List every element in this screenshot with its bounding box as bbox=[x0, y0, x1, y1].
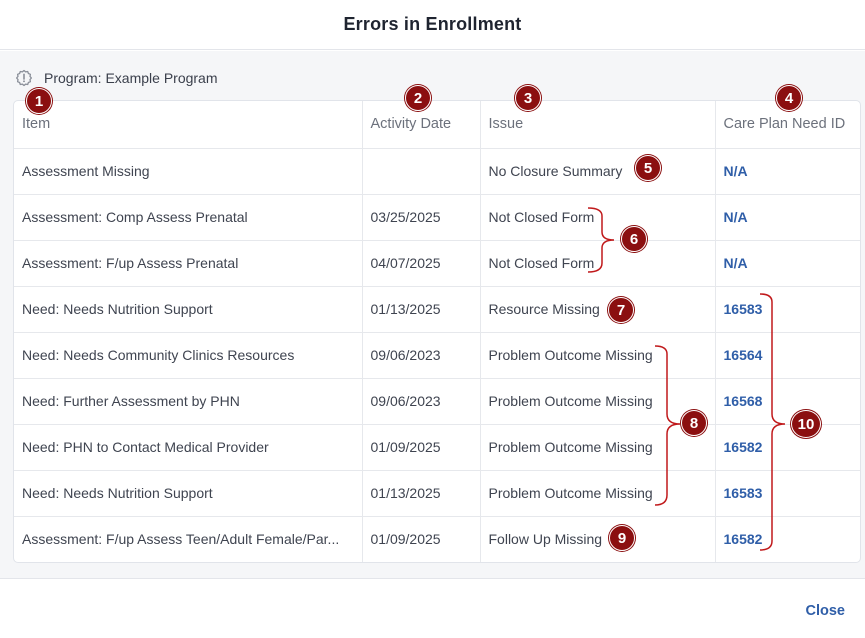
program-label: Program: Example Program bbox=[44, 70, 218, 86]
care-plan-need-id-link[interactable]: N/A bbox=[714, 240, 860, 287]
annotation-marker-8: 8 bbox=[681, 410, 707, 436]
cell-item: Need: PHN to Contact Medical Provider bbox=[14, 424, 362, 471]
cell-item: Assessment Missing bbox=[14, 148, 362, 195]
care-plan-need-id-link[interactable]: 16583 bbox=[714, 286, 860, 333]
cell-item: Need: Further Assessment by PHN bbox=[14, 378, 362, 425]
annotation-marker-1: 1 bbox=[26, 88, 52, 114]
table-row: Need: Needs Community Clinics Resources … bbox=[14, 332, 860, 379]
table-row: Assessment: Comp Assess Prenatal 03/25/2… bbox=[14, 194, 860, 241]
cell-issue: Problem Outcome Missing bbox=[479, 332, 715, 379]
table-row: Assessment: F/up Assess Prenatal 04/07/2… bbox=[14, 240, 860, 287]
annotation-marker-5: 5 bbox=[635, 155, 661, 181]
table-header-row: Item Activity Date Issue Care Plan Need … bbox=[14, 101, 860, 149]
cell-item: Assessment: Comp Assess Prenatal bbox=[14, 194, 362, 241]
modal-header: Errors in Enrollment bbox=[0, 0, 865, 50]
warning-gear-icon bbox=[15, 69, 33, 87]
cell-activity-date: 01/09/2025 bbox=[361, 516, 480, 562]
annotation-marker-10: 10 bbox=[791, 410, 821, 438]
annotation-marker-7: 7 bbox=[608, 297, 634, 323]
cell-issue: Not Closed Form bbox=[479, 240, 715, 287]
close-button[interactable]: Close bbox=[806, 603, 846, 619]
cell-item: Need: Needs Nutrition Support bbox=[14, 470, 362, 517]
errors-table: Item Activity Date Issue Care Plan Need … bbox=[14, 101, 860, 562]
annotation-marker-6: 6 bbox=[621, 226, 647, 252]
care-plan-need-id-link[interactable]: 16582 bbox=[714, 424, 860, 471]
annotation-marker-4: 4 bbox=[776, 85, 802, 111]
table-row: Assessment Missing No Closure Summary N/… bbox=[14, 148, 860, 195]
cell-activity-date: 01/09/2025 bbox=[361, 424, 480, 471]
cell-activity-date: 01/13/2025 bbox=[361, 470, 480, 517]
table-row: Need: PHN to Contact Medical Provider 01… bbox=[14, 424, 860, 471]
modal-body: Program: Example Program Item Activity D… bbox=[0, 51, 865, 578]
cell-item: Need: Needs Community Clinics Resources bbox=[14, 332, 362, 379]
annotation-marker-9: 9 bbox=[609, 525, 635, 551]
cell-item: Assessment: F/up Assess Prenatal bbox=[14, 240, 362, 287]
cell-item: Assessment: F/up Assess Teen/Adult Femal… bbox=[22, 531, 340, 548]
column-header-issue[interactable]: Issue bbox=[479, 101, 715, 149]
annotation-marker-2: 2 bbox=[405, 85, 431, 111]
cell-issue: Problem Outcome Missing bbox=[479, 378, 715, 425]
cell-activity-date: 03/25/2025 bbox=[361, 194, 480, 241]
care-plan-need-id-link[interactable]: 16582 bbox=[714, 516, 860, 562]
program-line: Program: Example Program bbox=[15, 69, 218, 87]
care-plan-need-id-link[interactable]: N/A bbox=[714, 148, 860, 195]
care-plan-need-id-link[interactable]: 16583 bbox=[714, 470, 860, 517]
modal-footer: Close bbox=[0, 578, 865, 638]
column-header-item[interactable]: Item bbox=[14, 101, 362, 149]
annotation-marker-3: 3 bbox=[515, 85, 541, 111]
cell-issue: Problem Outcome Missing bbox=[479, 470, 715, 517]
care-plan-need-id-link[interactable]: N/A bbox=[714, 194, 860, 241]
cell-activity-date: 09/06/2023 bbox=[361, 332, 480, 379]
cell-issue: Follow Up Missing bbox=[479, 516, 715, 562]
cell-activity-date: 09/06/2023 bbox=[361, 378, 480, 425]
care-plan-need-id-link[interactable]: 16568 bbox=[714, 378, 860, 425]
table-row: Need: Further Assessment by PHN 09/06/20… bbox=[14, 378, 860, 425]
cell-activity-date bbox=[361, 148, 480, 195]
table-row: Assessment: F/up Assess Teen/Adult Femal… bbox=[14, 516, 860, 562]
care-plan-need-id-link[interactable]: 16564 bbox=[714, 332, 860, 379]
cell-issue: No Closure Summary bbox=[479, 148, 715, 195]
cell-issue: Problem Outcome Missing bbox=[479, 424, 715, 471]
cell-activity-date: 01/13/2025 bbox=[361, 286, 480, 333]
cell-issue: Not Closed Form bbox=[479, 194, 715, 241]
errors-table-card: Item Activity Date Issue Care Plan Need … bbox=[13, 100, 861, 563]
cell-item: Need: Needs Nutrition Support bbox=[14, 286, 362, 333]
table-row: Need: Needs Nutrition Support 01/13/2025… bbox=[14, 470, 860, 517]
modal-title: Errors in Enrollment bbox=[343, 14, 522, 34]
table-row: Need: Needs Nutrition Support 01/13/2025… bbox=[14, 286, 860, 333]
cell-activity-date: 04/07/2025 bbox=[361, 240, 480, 287]
cell-issue: Resource Missing bbox=[479, 286, 715, 333]
